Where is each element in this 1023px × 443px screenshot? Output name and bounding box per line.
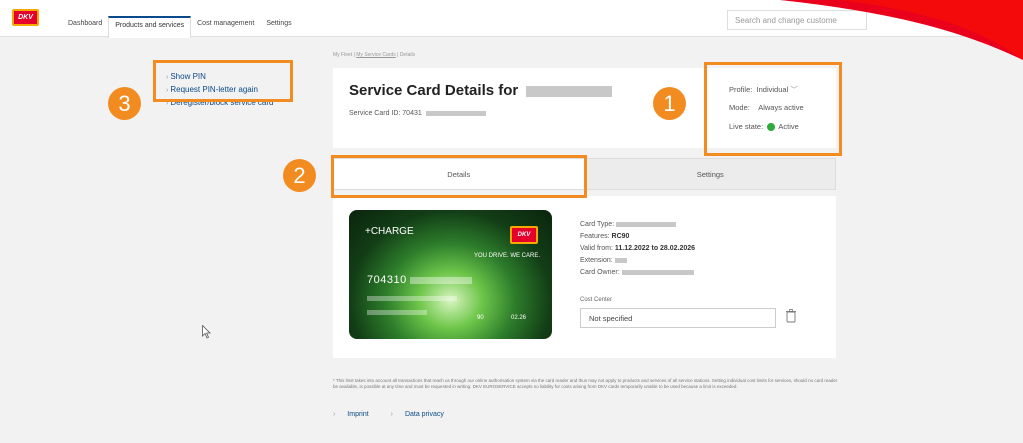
redacted-card-type bbox=[616, 221, 677, 227]
chevron-right-icon: › bbox=[166, 87, 169, 94]
chevron-right-icon: › bbox=[166, 100, 169, 107]
tab-settings[interactable]: Settings bbox=[584, 158, 836, 190]
status-panel: Profile: Individual ﹀ Mode: Always activ… bbox=[729, 84, 804, 141]
card-type-label: Card Type: bbox=[580, 221, 615, 228]
redacted-extension bbox=[614, 257, 627, 263]
card-code: 90 bbox=[477, 315, 484, 321]
breadcrumb-separator: | bbox=[353, 52, 355, 58]
card-owner-row: Card Owner: bbox=[580, 267, 695, 279]
live-state-row: Live state: Active bbox=[729, 122, 804, 141]
redacted-card-line bbox=[367, 310, 427, 315]
page-title-text: Service Card Details for bbox=[349, 82, 519, 99]
footer-links: › Imprint › Data privacy bbox=[333, 411, 464, 418]
nav-tab-cost-management[interactable]: Cost management bbox=[191, 16, 260, 37]
nav-tab-settings[interactable]: Settings bbox=[260, 16, 297, 37]
deregister-block-link[interactable]: › Deregister/block service card bbox=[166, 96, 274, 109]
trash-icon[interactable] bbox=[786, 309, 796, 323]
cost-center-label: Cost Center bbox=[580, 297, 613, 303]
annotation-marker-2: 2 bbox=[283, 159, 316, 192]
show-pin-link[interactable]: › Show PIN bbox=[166, 70, 274, 83]
service-card-image: +CHARGE DKV YOU DRIVE. WE CARE. 704310 9… bbox=[349, 210, 552, 339]
deregister-block-label: Deregister/block service card bbox=[170, 98, 274, 107]
request-pin-letter-label: Request PIN-letter again bbox=[170, 85, 258, 94]
extension-label: Extension: bbox=[580, 257, 613, 264]
main-nav: Dashboard Products and services Cost man… bbox=[62, 16, 298, 38]
profile-row[interactable]: Profile: Individual ﹀ bbox=[729, 84, 804, 103]
annotation-marker-1: 1 bbox=[653, 87, 686, 120]
chevron-right-icon: › bbox=[166, 74, 169, 81]
dkv-logo[interactable]: DKV bbox=[12, 9, 39, 26]
chevron-right-icon: › bbox=[390, 411, 393, 418]
live-state-value: Active bbox=[778, 122, 799, 131]
card-info: Card Type: Features: RC90 Valid from: 11… bbox=[580, 219, 695, 279]
details-panel: +CHARGE DKV YOU DRIVE. WE CARE. 704310 9… bbox=[333, 196, 836, 358]
redacted-card-line bbox=[367, 296, 457, 301]
card-expiry: 02.26 bbox=[511, 315, 527, 321]
breadcrumb: My Fleet | My Service Cards | Details bbox=[333, 52, 415, 58]
breadcrumb-separator: | bbox=[397, 52, 399, 58]
card-slogan: YOU DRIVE. WE CARE. bbox=[473, 253, 540, 259]
card-owner-label: Card Owner: bbox=[580, 269, 620, 276]
imprint-label: Imprint bbox=[347, 411, 369, 418]
card-number: 704310 bbox=[367, 274, 472, 286]
mode-row: Mode: Always active bbox=[729, 103, 804, 122]
chevron-down-icon[interactable]: ﹀ bbox=[790, 85, 798, 94]
data-privacy-label: Data privacy bbox=[404, 411, 444, 418]
tab-details[interactable]: Details bbox=[333, 158, 585, 190]
limit-disclaimer: * This limit takes into account all tran… bbox=[333, 378, 838, 389]
nav-tab-products-services[interactable]: Products and services bbox=[108, 16, 192, 38]
show-pin-label: Show PIN bbox=[170, 72, 206, 81]
redacted-card-number bbox=[409, 276, 472, 284]
detail-tabs: Details Settings bbox=[333, 158, 836, 190]
redacted-card-id bbox=[425, 110, 486, 116]
logo-text: DKV bbox=[18, 14, 33, 21]
card-type-row: Card Type: bbox=[580, 219, 695, 231]
breadcrumb-service-cards[interactable]: My Service Cards bbox=[356, 52, 395, 58]
features-label: Features: bbox=[580, 233, 610, 240]
redacted-plate bbox=[526, 85, 613, 97]
chevron-right-icon: › bbox=[333, 411, 336, 418]
features-value: RC90 bbox=[611, 233, 630, 240]
redacted-card-owner bbox=[621, 269, 694, 275]
profile-value: Individual bbox=[756, 85, 789, 94]
nav-tab-dashboard[interactable]: Dashboard bbox=[62, 16, 108, 37]
card-dkv-logo: DKV bbox=[510, 226, 538, 244]
imprint-link[interactable]: › Imprint bbox=[333, 411, 379, 418]
card-header-panel: Service Card Details for Service Card ID… bbox=[333, 68, 836, 148]
breadcrumb-current: Details bbox=[399, 52, 416, 58]
breadcrumb-fleet[interactable]: My Fleet bbox=[333, 52, 352, 58]
extension-row: Extension: bbox=[580, 255, 695, 267]
mode-label: Mode: bbox=[729, 103, 750, 112]
live-state-label: Live state: bbox=[729, 122, 764, 131]
red-swoosh-decoration bbox=[780, 0, 1023, 60]
cost-center-input[interactable]: Not specified bbox=[580, 308, 776, 328]
valid-value: 11.12.2022 to 28.02.2026 bbox=[614, 245, 696, 252]
features-row: Features: RC90 bbox=[580, 231, 695, 243]
valid-row: Valid from: 11.12.2022 to 28.02.2026 bbox=[580, 243, 695, 255]
annotation-marker-3: 3 bbox=[108, 87, 141, 120]
card-number-prefix: 704310 bbox=[367, 274, 407, 286]
profile-label: Profile: bbox=[729, 85, 753, 94]
request-pin-letter-link[interactable]: › Request PIN-letter again bbox=[166, 83, 274, 96]
mode-value: Always active bbox=[758, 103, 804, 112]
card-brand: +CHARGE bbox=[365, 226, 414, 237]
page-title: Service Card Details for bbox=[349, 82, 613, 99]
mouse-pointer-icon bbox=[202, 325, 211, 339]
status-dot-icon bbox=[767, 123, 776, 132]
data-privacy-link[interactable]: › Data privacy bbox=[391, 411, 454, 418]
service-card-id: Service Card ID: 70431 bbox=[349, 110, 486, 117]
card-actions-menu: › Show PIN › Request PIN-letter again › Der… bbox=[166, 70, 274, 109]
card-id-text: Service Card ID: 70431 bbox=[349, 110, 422, 117]
valid-label: Valid from: bbox=[580, 245, 613, 252]
